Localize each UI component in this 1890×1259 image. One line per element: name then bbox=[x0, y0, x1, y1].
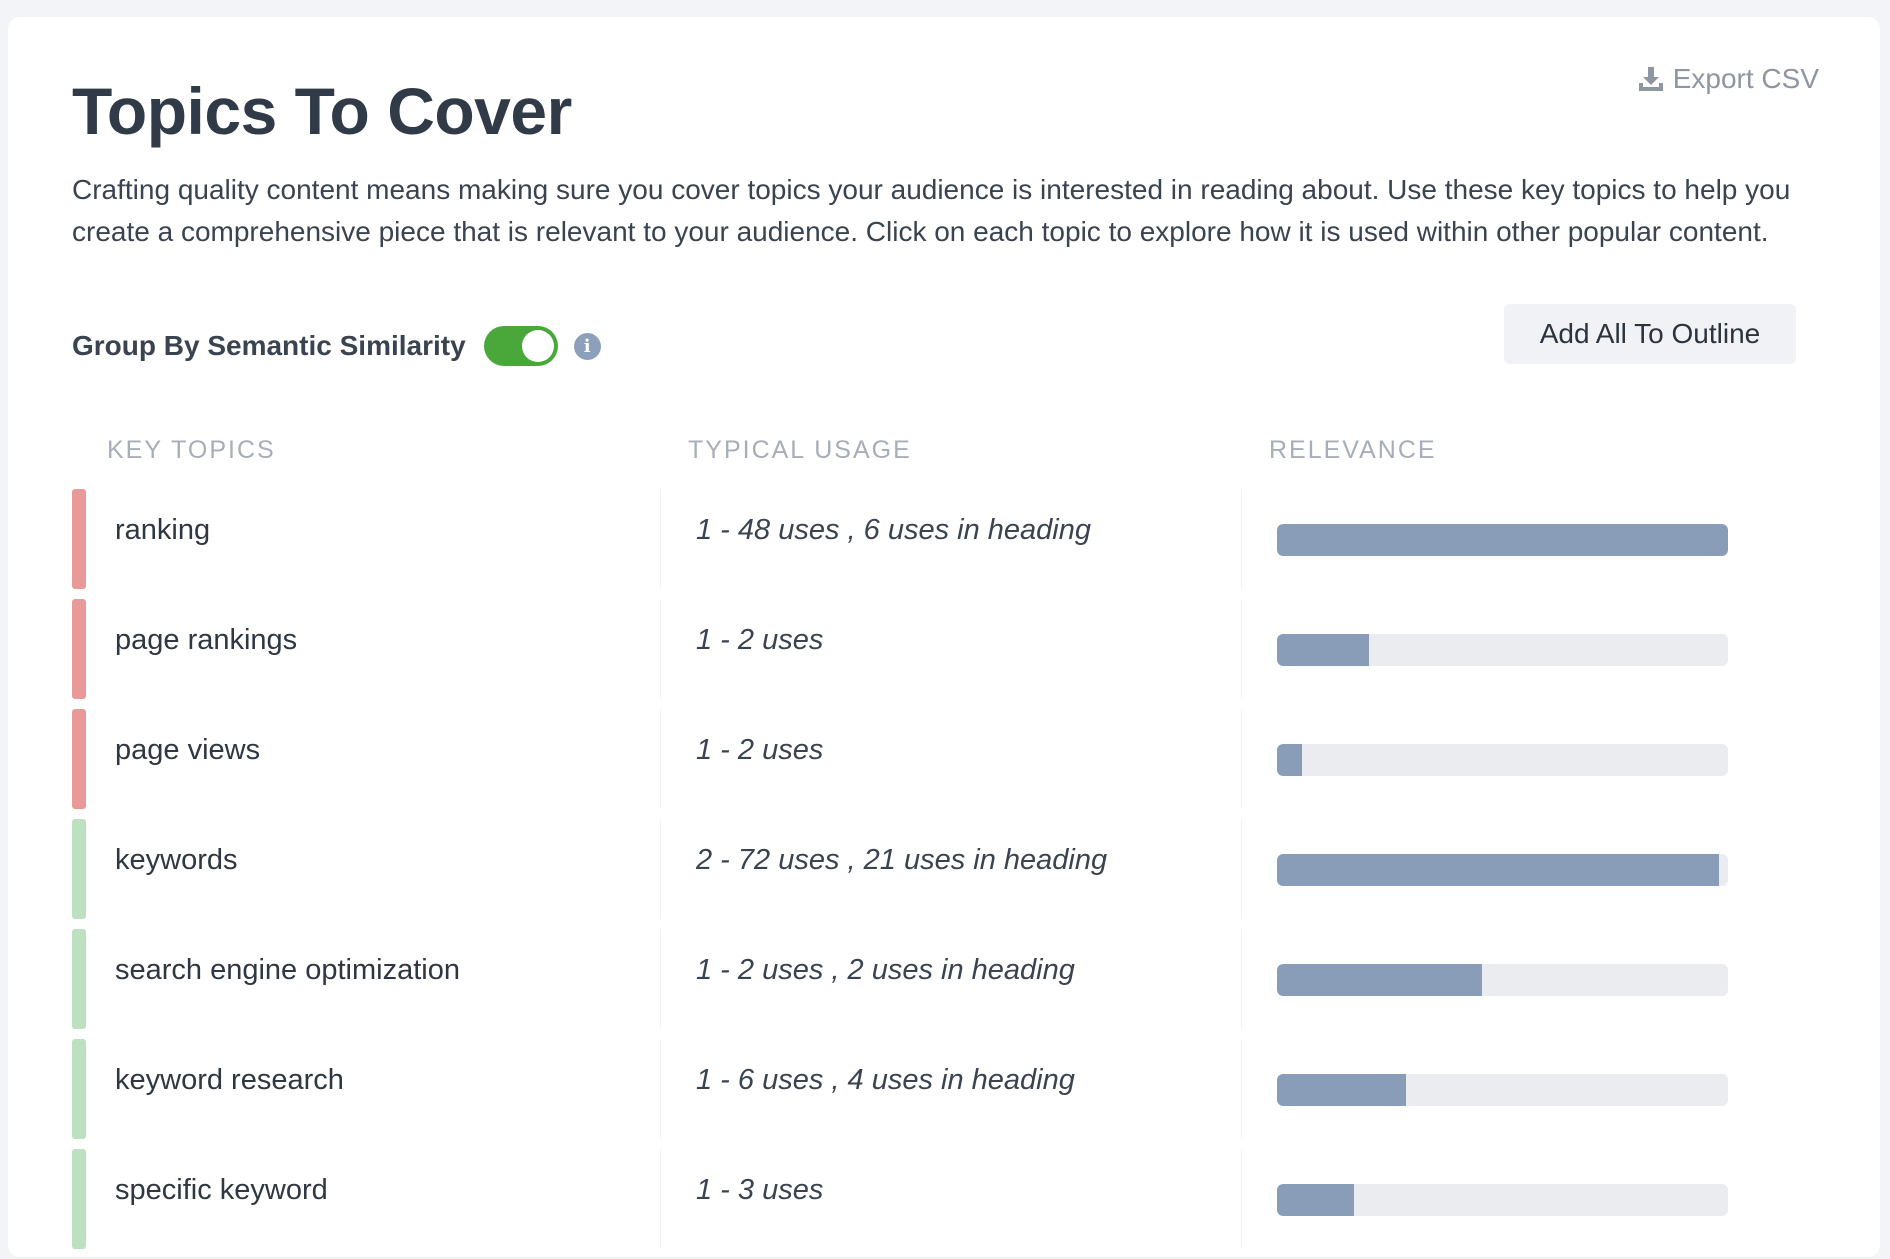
group-color-stripe bbox=[72, 709, 86, 809]
relevance-bar-fill bbox=[1277, 1074, 1406, 1106]
relevance-bar bbox=[1277, 1074, 1728, 1106]
table-row[interactable]: ranking 1 - 48 uses , 6 uses in heading bbox=[72, 489, 1832, 599]
column-divider bbox=[660, 489, 661, 589]
topic-name[interactable]: keywords bbox=[115, 844, 238, 877]
typical-usage: 1 - 2 uses bbox=[696, 624, 824, 656]
relevance-bar bbox=[1277, 1184, 1728, 1216]
relevance-bar bbox=[1277, 634, 1728, 666]
relevance-bar bbox=[1277, 854, 1728, 886]
table-row[interactable]: search engine optimization 1 - 2 uses , 2… bbox=[72, 929, 1832, 1039]
typical-usage: 1 - 6 uses , 4 uses in heading bbox=[696, 1064, 1075, 1096]
relevance-bar bbox=[1277, 524, 1728, 556]
column-divider bbox=[1241, 489, 1242, 589]
topic-name[interactable]: page views bbox=[115, 734, 260, 767]
column-divider bbox=[660, 819, 661, 919]
typical-usage: 1 - 2 uses , 2 uses in heading bbox=[696, 954, 1075, 986]
column-divider bbox=[1241, 709, 1242, 809]
group-by-control: Group By Semantic Similarity i bbox=[72, 321, 601, 371]
relevance-bar-fill bbox=[1277, 854, 1719, 886]
column-header-typical-usage: TYPICAL USAGE bbox=[688, 436, 912, 464]
table-row[interactable]: keyword research 1 - 6 uses , 4 uses in h… bbox=[72, 1039, 1832, 1149]
column-divider bbox=[660, 1039, 661, 1139]
column-divider bbox=[1241, 599, 1242, 699]
table-row[interactable]: page views 1 - 2 uses bbox=[72, 709, 1832, 819]
toggle-knob bbox=[521, 330, 554, 362]
topics-card: Export CSV Topics To Cover Crafting qual… bbox=[8, 17, 1880, 1257]
table-row[interactable]: specific keyword 1 - 3 uses bbox=[72, 1149, 1832, 1259]
topic-name[interactable]: ranking bbox=[115, 514, 210, 547]
topic-name[interactable]: page rankings bbox=[115, 624, 297, 657]
relevance-bar-fill bbox=[1277, 744, 1302, 776]
info-icon[interactable]: i bbox=[573, 332, 601, 360]
group-by-label: Group By Semantic Similarity bbox=[72, 330, 466, 361]
column-divider bbox=[1241, 1149, 1242, 1249]
relevance-bar-fill bbox=[1277, 964, 1483, 996]
typical-usage: 2 - 72 uses , 21 uses in heading bbox=[696, 844, 1108, 876]
column-header-relevance: RELEVANCE bbox=[1269, 436, 1437, 464]
topic-name[interactable]: specific keyword bbox=[115, 1174, 328, 1207]
typical-usage: 1 - 2 uses bbox=[696, 734, 824, 766]
page-title: Topics To Cover bbox=[72, 74, 572, 148]
group-color-stripe bbox=[72, 599, 86, 699]
group-color-stripe bbox=[72, 1039, 86, 1139]
column-header-key-topics: KEY TOPICS bbox=[107, 436, 276, 464]
group-color-stripe bbox=[72, 819, 86, 919]
add-all-to-outline-button[interactable]: Add All To Outline bbox=[1504, 304, 1796, 364]
export-csv-label: Export CSV bbox=[1672, 63, 1819, 94]
topic-name[interactable]: search engine optimization bbox=[115, 954, 460, 987]
column-divider bbox=[1241, 819, 1242, 919]
column-divider bbox=[660, 929, 661, 1029]
column-divider bbox=[660, 709, 661, 809]
download-icon bbox=[1637, 65, 1665, 93]
typical-usage: 1 - 3 uses bbox=[696, 1174, 824, 1206]
group-color-stripe bbox=[72, 929, 86, 1029]
group-color-stripe bbox=[72, 1149, 86, 1249]
column-divider bbox=[1241, 1039, 1242, 1139]
column-divider bbox=[660, 1149, 661, 1249]
typical-usage: 1 - 48 uses , 6 uses in heading bbox=[696, 514, 1091, 546]
column-divider bbox=[1241, 929, 1242, 1029]
topics-table-body: ranking 1 - 48 uses , 6 uses in heading pa… bbox=[72, 489, 1832, 1259]
relevance-bar bbox=[1277, 744, 1728, 776]
relevance-bar bbox=[1277, 964, 1728, 996]
group-color-stripe bbox=[72, 489, 86, 589]
table-row[interactable]: page rankings 1 - 2 uses bbox=[72, 599, 1832, 709]
page-description: Crafting quality content means making su… bbox=[72, 174, 1791, 247]
export-csv-button[interactable]: Export CSV bbox=[1637, 63, 1819, 95]
relevance-bar-fill bbox=[1277, 634, 1370, 666]
table-row[interactable]: keywords 2 - 72 uses , 21 uses in heading bbox=[72, 819, 1832, 929]
group-by-toggle[interactable] bbox=[483, 326, 558, 366]
topic-name[interactable]: keyword research bbox=[115, 1064, 344, 1097]
relevance-bar-fill bbox=[1277, 1184, 1354, 1216]
relevance-bar-fill bbox=[1277, 524, 1728, 556]
column-divider bbox=[660, 599, 661, 699]
